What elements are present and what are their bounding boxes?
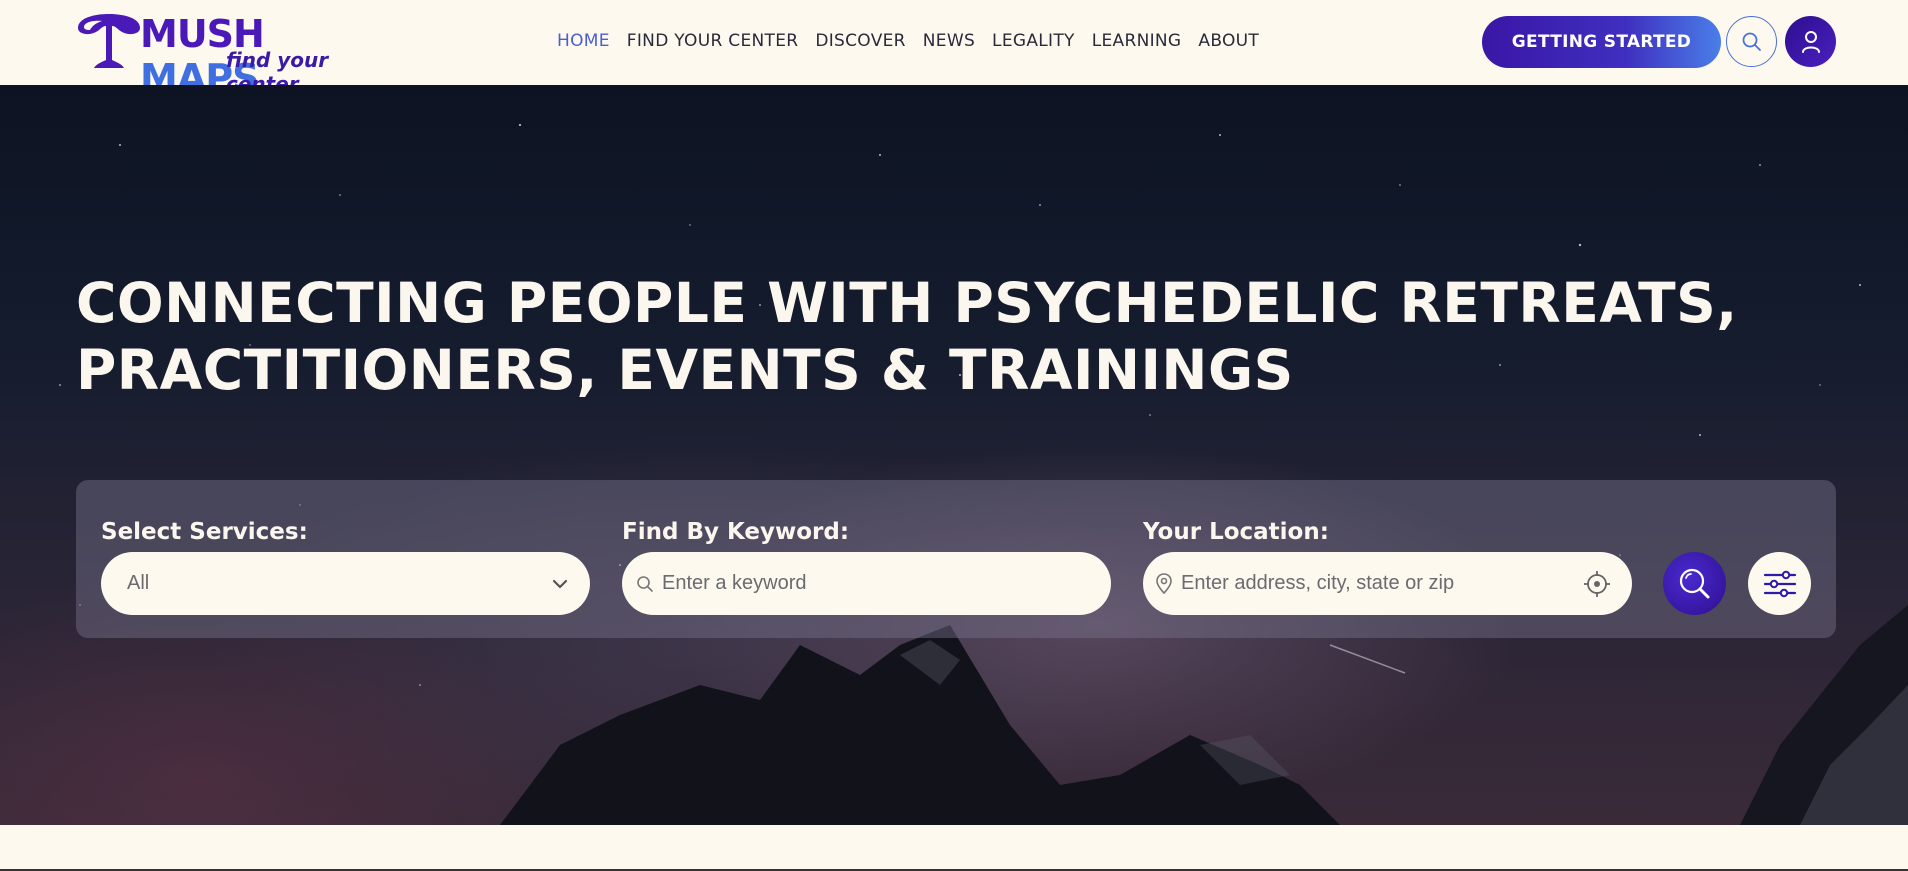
keyword-placeholder: Enter a keyword (662, 572, 807, 594)
hero-section: CONNECTING PEOPLE WITH PSYCHEDELIC RETRE… (0, 85, 1908, 825)
location-label: Your Location: (1143, 519, 1329, 545)
chevron-down-icon (552, 579, 568, 588)
map-pin-icon (1156, 572, 1172, 594)
nav-item-news[interactable]: NEWS (923, 31, 975, 51)
header-search-button[interactable] (1726, 16, 1777, 67)
nav-item-legality[interactable]: LEGALITY (992, 31, 1075, 51)
nav-item-find-your-center[interactable]: FIND YOUR CENTER (627, 31, 799, 51)
filters-button[interactable] (1748, 552, 1811, 615)
search-icon (1742, 32, 1761, 51)
nav-item-home[interactable]: HOME (557, 31, 610, 51)
search-icon (1679, 568, 1709, 598)
sliders-icon (1763, 570, 1796, 597)
hero-title-line2: PRACTITIONERS, EVENTS & TRAININGS (76, 338, 1294, 402)
site-header: MUSH MAPS find your center HOME FIND YOU… (0, 0, 1908, 100)
services-label: Select Services: (101, 519, 308, 545)
main-nav: HOME FIND YOUR CENTER DISCOVER NEWS LEGA… (557, 31, 1259, 51)
page-content-start (0, 825, 1908, 871)
search-panel: Select Services: All Find By Keyword: En… (76, 480, 1836, 638)
services-selected-value: All (127, 572, 150, 594)
search-submit-button[interactable] (1663, 552, 1726, 615)
getting-started-button[interactable]: GETTING STARTED (1482, 16, 1721, 68)
search-icon (637, 575, 653, 592)
night-sky-mountains-image (59, 123, 1908, 825)
nav-item-discover[interactable]: DISCOVER (815, 31, 905, 51)
keyword-label: Find By Keyword: (622, 519, 850, 545)
brand-logo[interactable]: MUSH MAPS find your center (74, 12, 384, 100)
location-input[interactable]: Enter address, city, state or zip (1143, 552, 1632, 615)
nav-item-about[interactable]: ABOUT (1198, 31, 1259, 51)
hero-title: CONNECTING PEOPLE WITH PSYCHEDELIC RETRE… (76, 270, 1776, 404)
user-icon (1801, 30, 1820, 53)
location-placeholder: Enter address, city, state or zip (1181, 572, 1455, 594)
nav-item-learning[interactable]: LEARNING (1092, 31, 1182, 51)
mushroom-logo-icon (78, 14, 140, 68)
user-account-button[interactable] (1785, 16, 1836, 67)
services-select[interactable]: All (101, 552, 590, 615)
hero-title-line1: CONNECTING PEOPLE WITH PSYCHEDELIC RETRE… (76, 271, 1738, 335)
keyword-input[interactable]: Enter a keyword (622, 552, 1111, 615)
crosshair-icon[interactable] (1582, 569, 1612, 599)
